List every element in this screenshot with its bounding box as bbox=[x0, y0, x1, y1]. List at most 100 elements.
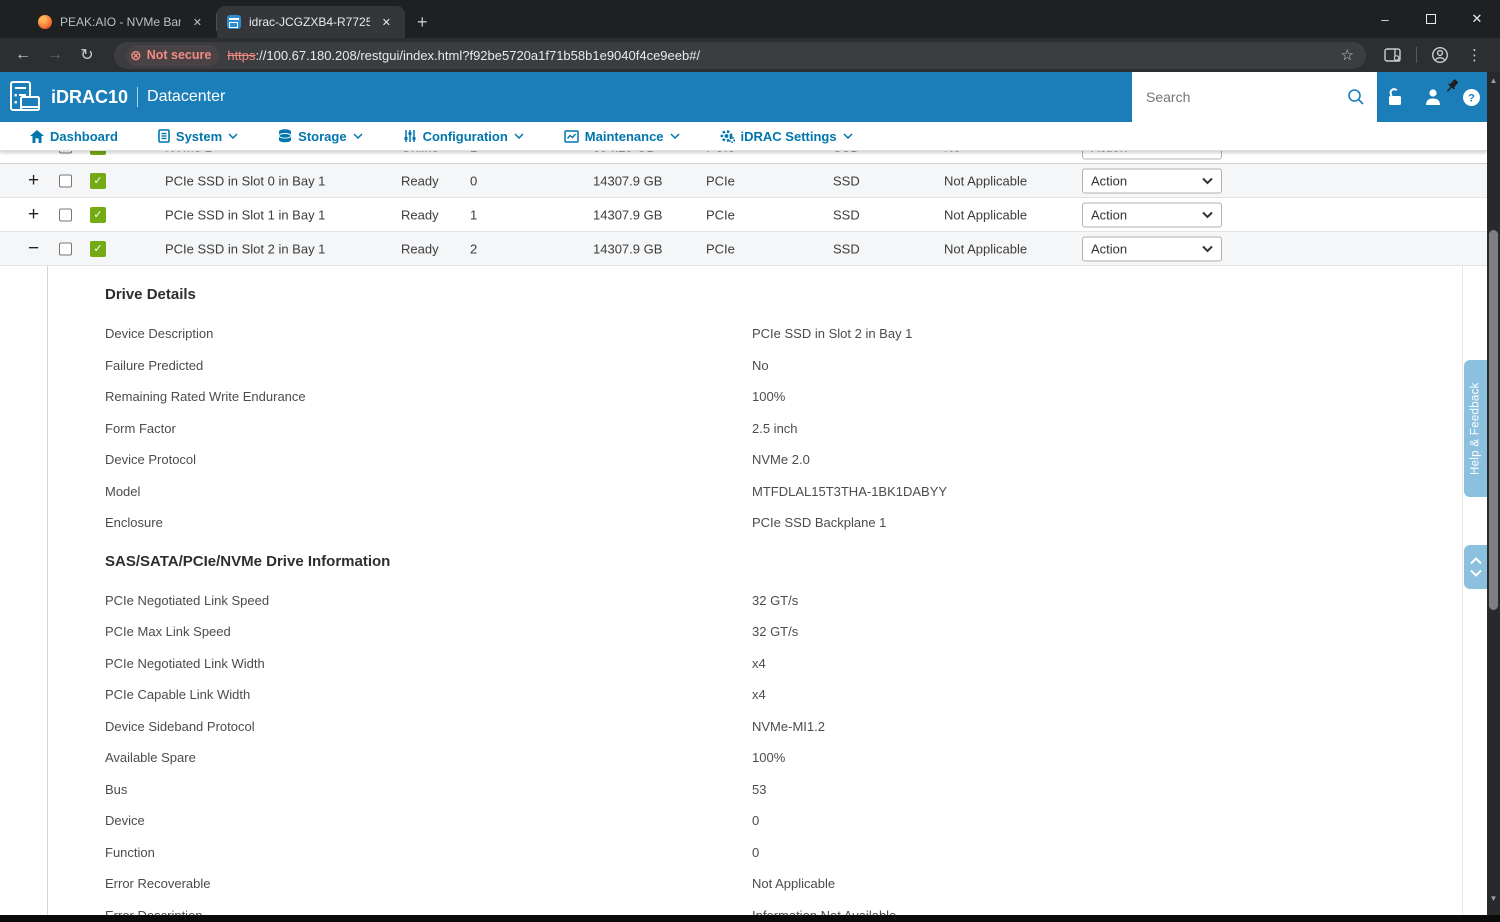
detail-row: Device Sideband ProtocolNVMe-MI1.2 bbox=[105, 711, 1462, 743]
main-nav: Dashboard System Storage Configuration M… bbox=[0, 122, 1487, 151]
row-checkbox[interactable] bbox=[59, 208, 72, 221]
collapse-row-button[interactable]: − bbox=[28, 238, 39, 260]
search-icon[interactable] bbox=[1347, 88, 1365, 106]
chevron-down-icon bbox=[843, 133, 853, 139]
select-chevron-icon bbox=[1202, 245, 1213, 252]
not-secure-badge[interactable]: ⊗ Not secure bbox=[126, 45, 219, 66]
window-minimize-button[interactable]: – bbox=[1362, 0, 1408, 38]
drive-hot-spare: Not Applicable bbox=[944, 207, 1027, 222]
sliders-icon bbox=[403, 129, 417, 143]
drive-hot-spare: Not Applicable bbox=[944, 241, 1027, 256]
home-icon bbox=[30, 130, 44, 143]
expand-row-button[interactable]: + bbox=[28, 204, 39, 226]
product-name: iDRAC10 bbox=[51, 87, 128, 108]
window-maximize-button[interactable] bbox=[1408, 0, 1454, 38]
status-ok-icon: ✓ bbox=[90, 241, 106, 257]
chevron-down-icon[interactable] bbox=[1470, 569, 1482, 577]
chevron-up-icon[interactable] bbox=[1470, 557, 1482, 565]
detail-row: Remaining Rated Write Endurance100% bbox=[105, 381, 1462, 413]
chevron-down-icon bbox=[514, 133, 524, 139]
idrac-logo-icon bbox=[9, 80, 41, 114]
unlock-icon[interactable] bbox=[1385, 88, 1404, 106]
detail-row: PCIe Capable Link Widthx4 bbox=[105, 679, 1462, 711]
search-input[interactable] bbox=[1132, 89, 1347, 105]
back-button[interactable]: ← bbox=[10, 42, 36, 68]
browser-toolbar: ← → ↻ ⊗ Not secure https://100.67.180.20… bbox=[0, 38, 1500, 72]
expand-row-button[interactable]: + bbox=[28, 150, 39, 158]
window-controls: – ✕ bbox=[1362, 0, 1500, 38]
idrac-page: iDRAC10 Datacenter ? bbox=[0, 72, 1487, 915]
expand-row-button[interactable]: + bbox=[28, 170, 39, 192]
action-dropdown[interactable]: Action bbox=[1082, 202, 1222, 227]
drive-bus: PCIe bbox=[706, 173, 735, 188]
drive-state: Ready bbox=[401, 207, 439, 222]
new-tab-button[interactable]: + bbox=[405, 6, 440, 38]
drive-state: Ready bbox=[401, 173, 439, 188]
scrollbar-up-arrow[interactable]: ▲ bbox=[1487, 76, 1500, 85]
nav-idrac-settings[interactable]: iDRAC Settings bbox=[720, 129, 853, 144]
action-dropdown[interactable]: Action bbox=[1082, 168, 1222, 193]
reload-button[interactable]: ↻ bbox=[74, 42, 100, 68]
drive-state: Ready bbox=[401, 241, 439, 256]
tab-close-icon[interactable]: ✕ bbox=[189, 14, 206, 31]
tab-close-icon[interactable]: ✕ bbox=[378, 14, 395, 31]
drive-slot: 1 bbox=[470, 207, 477, 222]
user-icon[interactable] bbox=[1424, 88, 1442, 106]
chevron-down-icon bbox=[353, 133, 363, 139]
browser-tab-peakaio[interactable]: PEAK:AIO - NVMe Bandwidth - ✕ bbox=[28, 6, 216, 38]
detail-row: Bus53 bbox=[105, 774, 1462, 806]
scrollbar-down-arrow[interactable]: ▼ bbox=[1487, 894, 1500, 903]
row-checkbox[interactable] bbox=[59, 174, 72, 187]
table-row[interactable]: + ✓ PCIe SSD in Slot 0 in Bay 1 Ready 0 … bbox=[0, 164, 1487, 198]
window-close-button[interactable]: ✕ bbox=[1454, 0, 1500, 38]
action-dropdown[interactable]: Action bbox=[1082, 150, 1222, 159]
help-feedback-tab[interactable]: Help & Feedback bbox=[1464, 360, 1487, 497]
search-box bbox=[1132, 72, 1377, 122]
drive-size: 14307.9 GB bbox=[593, 173, 662, 188]
detail-row: Device DescriptionPCIe SSD in Slot 2 in … bbox=[105, 318, 1462, 350]
detail-row: PCIe Negotiated Link Speed32 GT/s bbox=[105, 585, 1462, 617]
detail-row: Form Factor2.5 inch bbox=[105, 413, 1462, 445]
profile-icon[interactable] bbox=[1427, 42, 1453, 68]
status-ok-icon: ✓ bbox=[90, 173, 106, 189]
select-chevron-icon bbox=[1202, 211, 1213, 218]
drive-bus: PCIe bbox=[706, 207, 735, 222]
action-dropdown[interactable]: Action bbox=[1082, 236, 1222, 261]
scrollbar-thumb[interactable] bbox=[1489, 230, 1498, 610]
section-title-sas-info: SAS/SATA/PCIe/NVMe Drive Information bbox=[105, 553, 1462, 577]
row-checkbox[interactable] bbox=[59, 242, 72, 255]
license-edition: Datacenter bbox=[147, 88, 225, 106]
scroll-jump-tab bbox=[1464, 545, 1487, 589]
nav-dashboard[interactable]: Dashboard bbox=[30, 129, 118, 144]
forward-button[interactable]: → bbox=[42, 42, 68, 68]
maximize-icon bbox=[1426, 14, 1436, 24]
browser-tab-idrac[interactable]: idrac-JCGZXB4-R7725xd - iDRA ✕ bbox=[217, 6, 405, 38]
table-row[interactable]: + ✓ PCIe SSD in Slot 1 in Bay 1 Ready 1 … bbox=[0, 198, 1487, 232]
tab-title: PEAK:AIO - NVMe Bandwidth - bbox=[60, 15, 181, 29]
drive-slot: 0 bbox=[470, 173, 477, 188]
pin-icon[interactable] bbox=[1443, 77, 1461, 95]
drive-media: SSD bbox=[833, 207, 860, 222]
window-bottom-edge bbox=[0, 915, 1500, 922]
detail-row: PCIe Negotiated Link Widthx4 bbox=[105, 648, 1462, 680]
browser-menu-icon[interactable]: ⋮ bbox=[1459, 46, 1490, 64]
help-icon[interactable]: ? bbox=[1462, 88, 1481, 107]
table-row-clipped-wrapper: + ✓ NVMe 1 Online 1 894.25 GB PCIe SSD N… bbox=[0, 150, 1487, 164]
browser-titlebar: PEAK:AIO - NVMe Bandwidth - ✕ idrac-JCGZ… bbox=[0, 0, 1500, 38]
screen: PEAK:AIO - NVMe Bandwidth - ✕ idrac-JCGZ… bbox=[0, 0, 1500, 922]
side-panel-icon[interactable] bbox=[1380, 42, 1406, 68]
svg-text:?: ? bbox=[1468, 92, 1475, 104]
drive-name: PCIe SSD in Slot 2 in Bay 1 bbox=[165, 241, 325, 256]
table-row[interactable]: + ✓ NVMe 1 Online 1 894.25 GB PCIe SSD N… bbox=[0, 150, 1487, 164]
nav-maintenance[interactable]: Maintenance bbox=[564, 129, 680, 144]
table-row-expanded[interactable]: − ✓ PCIe SSD in Slot 2 in Bay 1 Ready 2 … bbox=[0, 232, 1487, 266]
page-scrollbar[interactable]: ▲ ▼ bbox=[1487, 72, 1500, 915]
drive-size: 14307.9 GB bbox=[593, 207, 662, 222]
drive-hot-spare: Not Applicable bbox=[944, 173, 1027, 188]
address-bar[interactable]: ⊗ Not secure https://100.67.180.208/rest… bbox=[114, 42, 1366, 69]
nav-system[interactable]: System bbox=[158, 129, 238, 144]
bookmark-star-icon[interactable]: ☆ bbox=[1341, 46, 1354, 64]
nav-configuration[interactable]: Configuration bbox=[403, 129, 524, 144]
drive-slot: 2 bbox=[470, 241, 477, 256]
nav-storage[interactable]: Storage bbox=[278, 129, 362, 144]
